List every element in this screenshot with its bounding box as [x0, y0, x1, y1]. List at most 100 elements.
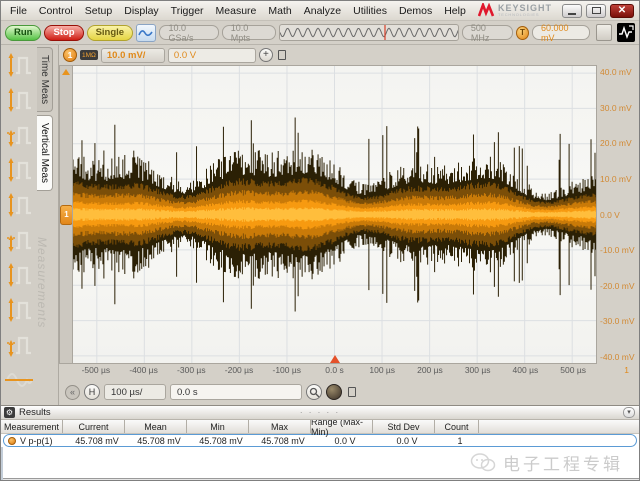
column-header-measurement[interactable]: Measurement	[1, 420, 63, 433]
vertical-meas-icon-v-mid[interactable]	[2, 152, 36, 187]
single-button[interactable]: Single	[87, 25, 134, 41]
x-tick-label: 300 µs	[465, 365, 491, 375]
footer: 电子工程专辑	[1, 447, 639, 481]
y-tick-label: -20.0 mV	[600, 281, 635, 291]
menu-item-trigger[interactable]: Trigger	[165, 3, 210, 19]
keysight-logo: KEYSIGHT TECHNOLOGIES	[478, 3, 552, 18]
y-tick-label: -40.0 mV	[600, 352, 635, 362]
y-tick-label: 30.0 mV	[600, 103, 632, 113]
vertical-meas-icon-v-pp[interactable]	[2, 257, 36, 292]
menu-item-utilities[interactable]: Utilities	[347, 3, 393, 19]
results-row-vpp[interactable]: V p-p(1)45.708 mV45.708 mV45.708 mV45.70…	[3, 434, 637, 447]
column-header-current[interactable]: Current	[63, 420, 125, 433]
column-header-min[interactable]: Min	[187, 420, 249, 433]
vertical-meas-icon-v-max[interactable]	[2, 47, 36, 82]
measurement-value-cell: 45.708 mV	[252, 436, 314, 446]
y-tick-label: 0.0 V	[600, 210, 620, 220]
minimize-button[interactable]	[562, 4, 582, 18]
trigger-badge-icon[interactable]: T	[516, 26, 529, 40]
bandwidth-field[interactable]: 500 MHz	[462, 25, 513, 40]
add-channel-button[interactable]: +	[259, 48, 273, 62]
menu-bar: FileControlSetupDisplayTriggerMeasureMat…	[1, 1, 639, 21]
sidebar-collapse-button[interactable]: «	[65, 385, 80, 400]
menu-item-help[interactable]: Help	[438, 3, 472, 19]
column-header-max[interactable]: Max	[249, 420, 311, 433]
horizontal-badge[interactable]: H	[84, 384, 100, 400]
x-tick-label: -200 µs	[225, 365, 254, 375]
sidebar-watermark: Measurements	[35, 237, 49, 328]
measurement-name-cell: V p-p(1)	[4, 436, 66, 446]
menu-item-demos[interactable]: Demos	[393, 3, 438, 19]
y-tick-label: 20.0 mV	[600, 138, 632, 148]
column-header-count[interactable]: Count	[435, 420, 479, 433]
menu-item-analyze[interactable]: Analyze	[298, 3, 347, 19]
trigger-level-offscreen-icon	[62, 69, 70, 75]
memory-depth-field[interactable]: 10.0 Mpts	[222, 25, 276, 40]
scope-display-icon	[138, 27, 154, 39]
vertical-meas-icon-v-peak[interactable]	[2, 187, 36, 222]
menu-item-setup[interactable]: Setup	[79, 3, 118, 19]
measurement-value-cell: 0.0 V	[314, 436, 376, 446]
stop-button[interactable]: Stop	[44, 25, 83, 41]
channel-offset-field[interactable]: 0.0 V	[168, 48, 256, 63]
sample-rate-field[interactable]: 10.0 GSa/s	[159, 25, 218, 40]
x-tick-label: 200 µs	[417, 365, 443, 375]
trigger-position-marker[interactable]	[330, 355, 340, 363]
menu-item-measure[interactable]: Measure	[210, 3, 263, 19]
menu-item-control[interactable]: Control	[33, 3, 79, 19]
horizontal-bar: « H 100 µs/ 0.0 s	[59, 379, 639, 405]
measurement-icon-column	[1, 45, 37, 405]
tab-time-meas[interactable]: Time Meas	[37, 47, 53, 112]
collapse-results-button[interactable]: ▾	[623, 407, 635, 418]
menu-item-display[interactable]: Display	[118, 3, 164, 19]
waveform-display[interactable]	[72, 65, 597, 364]
horizontal-position-field[interactable]: 0.0 s	[170, 384, 302, 400]
results-title: Results	[19, 407, 51, 418]
channel-1-badge[interactable]: 1	[63, 48, 77, 62]
channel-impedance-badge: 1MΩ	[80, 50, 98, 60]
x-axis-row: -500 µs-400 µs-300 µs-200 µs-100 µs0.0 s…	[59, 364, 639, 379]
tab-vertical-meas[interactable]: Vertical Meas	[37, 115, 53, 191]
run-button[interactable]: Run	[5, 25, 41, 41]
maximize-button[interactable]	[586, 4, 606, 18]
close-icon: ✕	[618, 5, 626, 16]
sidebar-tabs: Time Meas Vertical Meas	[37, 47, 59, 194]
measurement-value-cell: 45.708 mV	[190, 436, 252, 446]
toolbar: Run Stop Single 10.0 GSa/s 10.0 Mpts 500…	[1, 21, 639, 45]
horizontal-popup-icon[interactable]	[348, 387, 356, 397]
horizontal-scale-field[interactable]: 100 µs/	[104, 384, 166, 400]
column-header-mean[interactable]: Mean	[125, 420, 187, 433]
column-header-range-max-min-[interactable]: Range (Max-Min)	[311, 420, 373, 433]
x-tick-label: 100 µs	[369, 365, 395, 375]
vertical-meas-icon-v-min[interactable]	[2, 222, 36, 257]
menu-items: FileControlSetupDisplayTriggerMeasureMat…	[4, 3, 472, 19]
keysight-spark-icon	[478, 3, 495, 18]
main-area: Time Meas Vertical Meas Measurements 1 1M…	[1, 45, 639, 405]
titlebar-right: KEYSIGHT TECHNOLOGIES ✕	[478, 3, 636, 18]
touch-button[interactable]	[617, 23, 635, 42]
vertical-meas-icon-v-amplitude[interactable]	[2, 292, 36, 327]
vertical-meas-icon-area[interactable]	[2, 362, 36, 397]
y-tick-label: 10.0 mV	[600, 174, 632, 184]
menu-item-math[interactable]: Math	[262, 3, 297, 19]
vertical-meas-icon-v-upper[interactable]	[2, 117, 36, 152]
menu-item-file[interactable]: File	[4, 3, 33, 19]
column-header-std-dev[interactable]: Std Dev	[373, 420, 435, 433]
x-tick-label: 0.0 s	[325, 365, 343, 375]
gear-icon[interactable]: ⚙	[4, 407, 15, 418]
channel-popup-icon[interactable]	[278, 50, 286, 60]
y-tick-label: 40.0 mV	[600, 67, 632, 77]
channel-scale-field[interactable]: 10.0 mV/	[101, 48, 165, 63]
close-button[interactable]: ✕	[610, 4, 634, 18]
toolbar-extra-button[interactable]	[596, 24, 612, 41]
zoom-search-button[interactable]	[306, 384, 322, 400]
horizontal-knob[interactable]	[326, 384, 342, 400]
vertical-meas-icon-v-base[interactable]	[2, 327, 36, 362]
waveform-overview-bar[interactable]	[279, 24, 459, 41]
channel-1-trace	[73, 66, 596, 363]
display-settings-button[interactable]	[136, 24, 156, 42]
oscilloscope-window: FileControlSetupDisplayTriggerMeasureMat…	[0, 0, 640, 481]
drag-handle-dots[interactable]: · · · · ·	[300, 408, 340, 417]
trigger-level-field[interactable]: 60.000 mV	[532, 25, 590, 40]
vertical-meas-icon-v-top[interactable]	[2, 82, 36, 117]
